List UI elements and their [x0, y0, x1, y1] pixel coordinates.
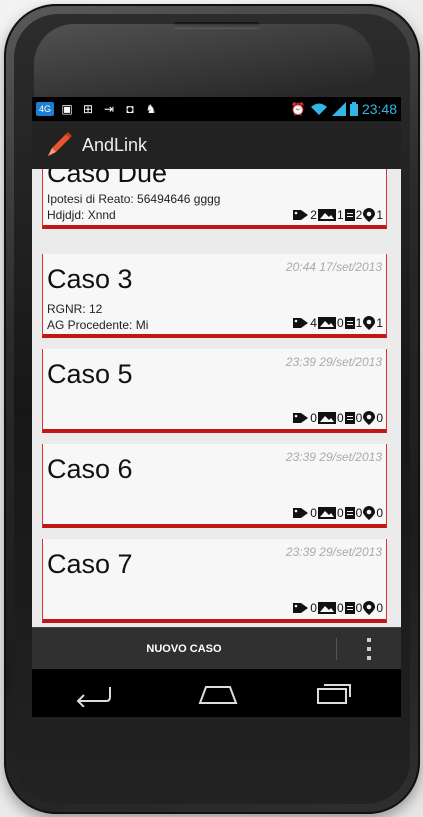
tag-count: 4	[310, 316, 317, 330]
document-count: 0	[355, 506, 363, 520]
app-logo-pencil-icon[interactable]	[44, 130, 74, 160]
image-count: 0	[336, 601, 344, 615]
location-count: 0	[376, 601, 383, 615]
location-count: 0	[376, 411, 383, 425]
document-count: 1	[355, 316, 363, 330]
location-pin-icon	[363, 411, 376, 425]
action-bar: AndLink	[32, 121, 401, 169]
location-pin-icon	[363, 208, 376, 222]
document-icon	[344, 412, 355, 424]
case-counts: 0 0 0 0	[293, 601, 383, 615]
case-counts: 2 1 2 1	[293, 208, 383, 222]
device-mockup: 4G ▣ ⊞ ⇥ ◘ ♞ ⏰ 23:48 AndLink Caso Due Ip…	[0, 0, 423, 817]
case-date: 23:39 29/set/2013	[285, 450, 382, 464]
image-icon	[317, 317, 336, 329]
bottom-action-bar: NUOVO CASO	[32, 627, 401, 670]
new-case-button[interactable]: NUOVO CASO	[32, 628, 336, 670]
case-card[interactable]: Caso Due Ipotesi di Reato: 56494646 gggg…	[42, 169, 387, 229]
overflow-menu-icon[interactable]	[364, 638, 374, 660]
case-title: Caso 7	[47, 549, 133, 579]
image-icon: ▣	[61, 102, 73, 116]
case-detail-line1: RGNR: 12	[47, 302, 103, 316]
case-title: Caso 6	[47, 454, 133, 484]
case-list[interactable]: Caso Due Ipotesi di Reato: 56494646 gggg…	[32, 169, 401, 627]
document-icon	[344, 507, 355, 519]
case-counts: 0 0 0 0	[293, 411, 383, 425]
tag-icon	[293, 318, 309, 328]
tag-icon	[293, 508, 309, 518]
back-icon[interactable]	[64, 679, 124, 707]
signal-icon	[331, 102, 346, 116]
location-count: 1	[376, 316, 383, 330]
image-icon	[317, 602, 336, 614]
battery-icon	[349, 102, 358, 116]
document-icon	[344, 209, 355, 221]
image-count: 0	[336, 316, 344, 330]
case-detail-line2: Hdjdjd: Xnnd	[47, 208, 116, 222]
document-count: 0	[355, 601, 363, 615]
document-icon	[344, 602, 355, 614]
location-count: 1	[376, 208, 383, 222]
case-date: 23:39 29/set/2013	[285, 545, 382, 559]
home-icon[interactable]	[188, 679, 248, 707]
case-title: Caso Due	[47, 169, 168, 188]
image-count: 0	[336, 506, 344, 520]
tag-icon	[293, 210, 309, 220]
case-detail-line1: Ipotesi di Reato: 56494646 gggg	[47, 192, 221, 206]
tag-count: 0	[310, 601, 317, 615]
case-title: Caso 3	[47, 264, 133, 294]
chat-icon: ◘	[126, 102, 134, 116]
status-bar: 4G ▣ ⊞ ⇥ ◘ ♞ ⏰ 23:48	[32, 97, 401, 121]
image-icon	[317, 412, 336, 424]
alarm-icon: ⏰	[290, 102, 306, 116]
tag-count: 2	[310, 208, 317, 222]
location-count: 0	[376, 506, 383, 520]
speaker-grille	[174, 22, 260, 28]
image-icon	[317, 209, 336, 221]
sync-icon: ⊞	[82, 102, 94, 116]
case-card[interactable]: 23:39 29/set/2013 Caso 6 0 0 0 0	[42, 444, 387, 528]
4g-badge-icon: 4G	[36, 102, 54, 116]
image-icon	[317, 507, 336, 519]
case-counts: 4 0 1 1	[293, 316, 383, 330]
tag-icon	[293, 413, 309, 423]
case-detail-line2: AG Procedente: Mi	[47, 318, 149, 332]
tag-count: 0	[310, 411, 317, 425]
exit-icon: ⇥	[103, 102, 115, 116]
divider	[336, 638, 337, 660]
image-count: 0	[336, 411, 344, 425]
app-title: AndLink	[82, 134, 148, 155]
location-pin-icon	[363, 601, 376, 615]
wifi-icon	[310, 103, 327, 115]
location-pin-icon	[363, 316, 376, 330]
document-count: 2	[355, 208, 363, 222]
image-count: 1	[336, 208, 344, 222]
case-date: 20:44 17/set/2013	[285, 260, 382, 274]
case-card[interactable]: 20:44 17/set/2013 Caso 3 RGNR: 12 AG Pro…	[42, 254, 387, 338]
recent-apps-icon[interactable]	[304, 679, 364, 707]
document-icon	[344, 317, 355, 329]
document-count: 0	[355, 411, 363, 425]
screen: 4G ▣ ⊞ ⇥ ◘ ♞ ⏰ 23:48 AndLink Caso Due Ip…	[32, 97, 401, 717]
case-card[interactable]: 23:39 29/set/2013 Caso 5 0 0 0 0	[42, 349, 387, 433]
android-icon: ♞	[145, 102, 157, 116]
clock: 23:48	[361, 101, 397, 117]
case-counts: 0 0 0 0	[293, 506, 383, 520]
location-pin-icon	[363, 506, 376, 520]
case-card[interactable]: 23:39 29/set/2013 Caso 7 0 0 0 0	[42, 539, 387, 623]
navigation-bar	[32, 669, 401, 717]
tag-icon	[293, 603, 309, 613]
case-date: 23:39 29/set/2013	[285, 355, 382, 369]
case-title: Caso 5	[47, 359, 133, 389]
tag-count: 0	[310, 506, 317, 520]
